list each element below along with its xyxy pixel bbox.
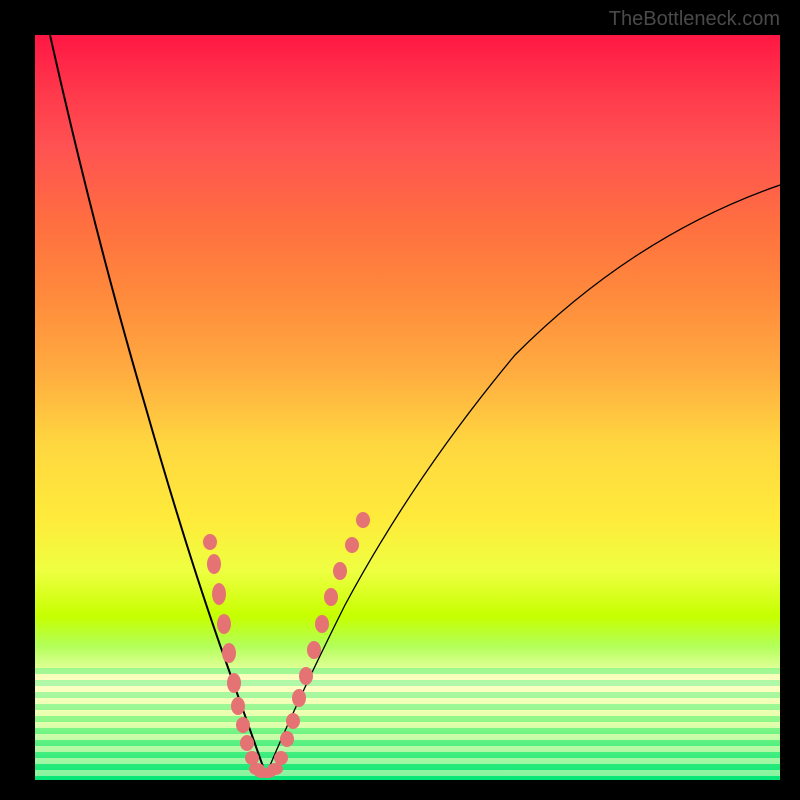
green-stripe-overlay <box>35 668 780 780</box>
watermark-text: TheBottleneck.com <box>609 8 780 31</box>
chart-container <box>35 35 780 780</box>
